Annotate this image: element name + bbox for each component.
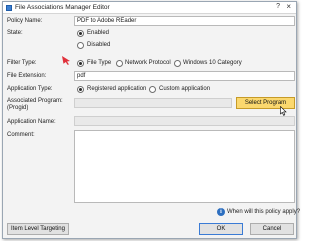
filter-network-protocol-radio[interactable] [116,60,123,67]
state-disabled-radio[interactable] [77,42,84,49]
associated-program-field [74,98,232,108]
associated-program-sublabel: (Progid) [7,105,29,111]
window-app-icon [6,5,12,11]
when-will-policy-apply-link[interactable]: When will this policy apply? [227,209,300,215]
file-associations-manager-editor-window: File Associations Manager Editor ? × Pol… [2,1,300,239]
item-level-targeting-button[interactable]: Item Level Targeting [7,223,69,235]
filter-windows10-category-radio[interactable] [174,60,181,67]
red-arrow-icon [62,56,70,65]
info-icon[interactable]: i [217,208,225,216]
file-extension-field[interactable]: pdf [74,71,295,81]
title-bar: File Associations Manager Editor ? × [3,2,296,14]
filter-file-type-radio[interactable] [77,60,84,67]
state-label: State: [7,30,23,36]
state-enabled-label[interactable]: Enabled [87,30,109,36]
ok-button[interactable]: OK [199,223,243,235]
help-button[interactable]: ? [276,3,280,10]
state-disabled-label[interactable]: Disabled [87,42,110,48]
window-title: File Associations Manager Editor [15,4,110,11]
application-name-label: Application Name: [7,119,56,125]
state-enabled-radio[interactable] [77,30,84,37]
cancel-button[interactable]: Cancel [250,223,294,235]
custom-application-radio[interactable] [149,86,156,93]
application-name-field [74,116,295,126]
policy-name-field[interactable]: PDF to Adobe REader [74,16,295,26]
filter-file-type-label[interactable]: File Type [87,60,111,66]
file-extension-label: File Extension: [7,73,47,79]
filter-type-label: Filter Type: [7,60,37,66]
close-button[interactable]: × [286,2,291,11]
filter-windows10-category-label[interactable]: Windows 10 Category [183,60,242,66]
registered-application-label[interactable]: Registered application [87,86,146,92]
comment-label: Comment: [7,132,35,138]
mouse-pointer-icon [280,106,287,116]
filter-network-protocol-label[interactable]: Network Protocol [125,60,171,66]
comment-textarea[interactable] [74,130,295,203]
associated-program-label: Associated Program: [7,98,63,104]
policy-name-label: Policy Name: [7,18,43,24]
application-type-label: Application Type: [7,86,53,92]
custom-application-label[interactable]: Custom application [159,86,210,92]
registered-application-radio[interactable] [77,86,84,93]
